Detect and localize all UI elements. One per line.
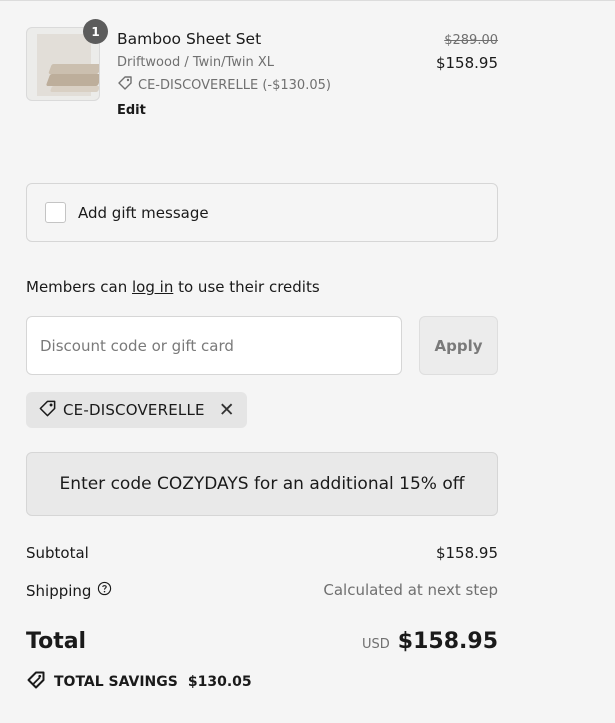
current-price: $158.95 [435,54,498,72]
total-savings: TOTAL SAVINGS $130.05 [26,670,252,694]
gift-message-label: Add gift message [78,203,209,222]
savings-label: TOTAL SAVINGS [54,674,178,690]
login-link[interactable]: log in [132,278,173,296]
discount-code-input[interactable] [26,316,402,375]
apply-button[interactable]: Apply [419,316,498,375]
tag-icon [38,399,57,422]
product-variant: Driftwood / Twin/Twin XL [117,55,275,70]
product-discount-label: CE-DISCOVERELLE (-$130.05) [138,77,331,93]
applied-discount-chip: CE-DISCOVERELLE ✕ [26,392,247,428]
close-icon[interactable]: ✕ [219,400,235,420]
shipping-label: Shipping [26,581,92,600]
subtotal-value: $158.95 [435,544,498,562]
currency-code: USD [362,637,390,652]
subtotal-label: Subtotal [26,544,89,562]
shipping-row: Shipping [26,581,112,600]
total-value-group: USD $158.95 [362,629,498,654]
members-prefix: Members can [26,278,128,296]
applied-discount-code: CE-DISCOVERELLE [63,401,205,419]
total-label: Total [26,629,87,654]
promo-text: Enter code COZYDAYS for an additional 15… [59,474,465,494]
promo-banner: Enter code COZYDAYS for an additional 15… [26,452,498,516]
product-image [37,34,99,96]
original-price: $289.00 [444,33,498,48]
edit-link[interactable]: Edit [117,103,146,118]
shipping-value: Calculated at next step [323,581,498,599]
savings-tag-icon [26,670,46,694]
help-circle-icon[interactable] [97,581,112,600]
members-credit-note: Members can log in to use their credits [26,278,320,296]
savings-value: $130.05 [187,674,252,690]
gift-message-checkbox[interactable] [45,202,66,223]
quantity-badge: 1 [83,19,108,44]
product-name: Bamboo Sheet Set [117,30,262,48]
gift-message-option[interactable]: Add gift message [26,183,498,242]
total-amount: $158.95 [397,629,498,654]
members-suffix: to use their credits [178,278,320,296]
product-discount: CE-DISCOVERELLE (-$130.05) [117,75,331,95]
tag-icon [117,75,133,95]
